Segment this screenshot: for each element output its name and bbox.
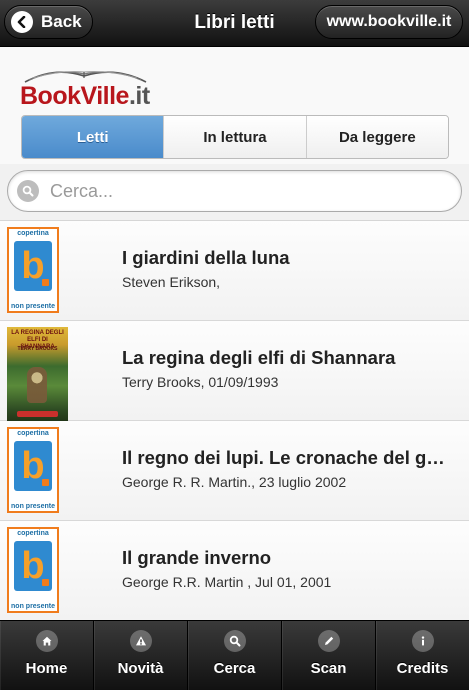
bookville-logo: BookVille.it [20,62,160,112]
search-bar [0,164,469,221]
search-icon [17,180,39,202]
tab-home-label: Home [25,660,68,677]
book-row[interactable]: copertina b non presente Il regno dei lu… [0,421,469,521]
book-author-date: George R.R. Martin , Jul 01, 2001 [122,574,332,590]
tab-home[interactable]: Home [0,621,93,690]
cover-placeholder-image: copertina b non presente [7,527,59,613]
book-row[interactable]: LA REGINA DEGLI ELFI DI SHANNARA TERRY B… [0,321,469,425]
book-cover-image: LA REGINA DEGLI ELFI DI SHANNARA TERRY B… [7,327,68,425]
segment-letti[interactable]: Letti [22,116,164,158]
book-author-date: George R. R. Martin., 23 luglio 2002 [122,474,347,490]
segment-in-lettura[interactable]: In lettura [163,116,306,158]
book-author-date: Steven Erikson, [122,274,221,290]
book-title: I giardini della luna [122,247,290,268]
logo-text: BookVille.it [20,82,150,110]
pencil-icon [317,630,340,652]
book-title: Il grande inverno [122,547,272,568]
tab-novita-label: Novità [117,660,164,677]
tab-scan-label: Scan [310,660,347,677]
back-button-label: Back [41,12,82,31]
cover-placeholder-image: copertina b non presente [7,227,59,313]
alert-icon [129,630,152,652]
search-input[interactable] [48,179,432,203]
header-bar: Back Libri letti www.bookville.it [0,0,469,47]
book-author-date: Terry Brooks, 01/09/1993 [122,374,279,390]
website-button[interactable]: www.bookville.it [315,5,463,39]
home-icon [35,630,58,652]
tab-credits-label: Credits [396,660,449,677]
search-field[interactable] [7,170,462,212]
tab-credits[interactable]: Credits [375,621,469,690]
bottom-tab-bar: Home Novità Cerca Scan Credits [0,620,469,690]
tab-novita[interactable]: Novità [93,621,187,690]
book-row[interactable]: copertina b non presente Il grande inver… [0,521,469,620]
book-title: La regina degli elfi di Shannara [122,347,396,368]
segment-da-leggere[interactable]: Da leggere [305,116,448,158]
back-button[interactable]: Back [4,5,93,39]
back-arrow-icon [11,11,33,33]
book-list: copertina b non presente I giardini dell… [0,221,469,620]
tab-cerca[interactable]: Cerca [187,621,281,690]
book-title: Il regno dei lupi. Le cronache del ghiac… [122,447,452,468]
book-row[interactable]: copertina b non presente I giardini dell… [0,221,469,321]
reading-status-segmented-control: Letti In lettura Da leggere [21,115,449,159]
info-icon [411,630,434,652]
tab-cerca-label: Cerca [213,660,256,677]
cover-placeholder-image: copertina b non presente [7,427,59,513]
tab-scan[interactable]: Scan [281,621,375,690]
website-button-label: www.bookville.it [326,13,452,30]
search-icon [223,630,246,652]
